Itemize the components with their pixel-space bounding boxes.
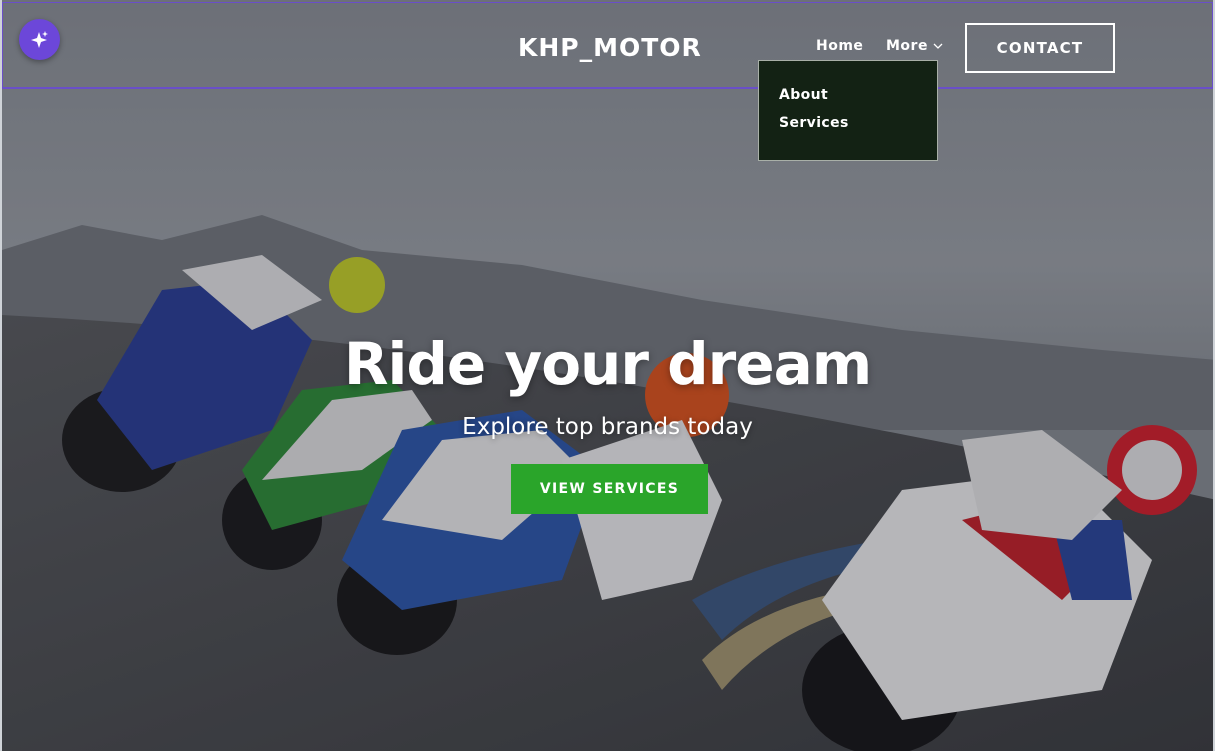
more-dropdown-menu: About Services [758,60,938,161]
dropdown-item-about[interactable]: About [779,87,937,103]
hero-title: Ride your dream [343,330,872,398]
chevron-down-icon [933,43,943,49]
site-header: KHP_MOTOR Home More CONTACT [2,2,1213,89]
contact-button[interactable]: CONTACT [965,23,1115,73]
view-services-button[interactable]: VIEW SERVICES [511,464,708,514]
nav-home-link[interactable]: Home [816,38,863,54]
dropdown-item-services[interactable]: Services [779,115,937,131]
sparkle-icon-glyph [30,30,48,48]
nav-more-menu[interactable]: More [886,38,943,54]
sparkle-icon[interactable] [19,19,60,60]
hero-subtitle: Explore top brands today [462,414,753,440]
site-logo[interactable]: KHP_MOTOR [518,33,702,62]
nav-more-label: More [886,38,928,54]
